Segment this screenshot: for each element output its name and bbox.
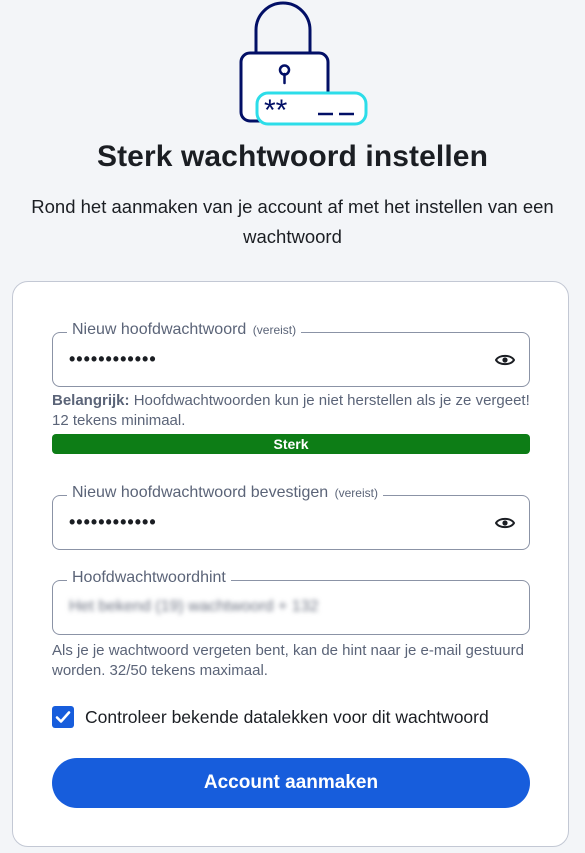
page-title: Sterk wachtwoord instellen xyxy=(96,140,489,173)
password-hint-field[interactable]: Hoofdwachtwoordhint Het bekend (19) wach… xyxy=(52,569,530,635)
confirm-password-legend: Nieuw hoofdwachtwoord bevestigen (vereis… xyxy=(67,484,383,502)
svg-text:**: ** xyxy=(264,94,288,127)
breach-check-row[interactable]: Controleer bekende datalekken voor dit w… xyxy=(52,704,489,730)
new-password-input[interactable]: •••••••••••• xyxy=(69,349,157,370)
important-note: Belangrijk: Hoofdwachtwoorden kun je nie… xyxy=(52,391,530,431)
create-account-button[interactable]: Account aanmaken xyxy=(52,758,530,808)
toggle-visibility-button[interactable] xyxy=(493,349,517,371)
page-subtitle: Rond het aanmaken van je account af met … xyxy=(31,196,554,247)
confirm-password-label: Nieuw hoofdwachtwoord bevestigen xyxy=(72,484,329,501)
form-card: Nieuw hoofdwachtwoord (vereist) ••••••••… xyxy=(12,281,569,847)
eye-icon xyxy=(495,517,515,529)
new-password-field[interactable]: Nieuw hoofdwachtwoord (vereist) ••••••••… xyxy=(52,321,530,387)
hero: ** xyxy=(0,0,585,130)
required-tag: (vereist) xyxy=(334,486,378,500)
important-note-bold: Belangrijk: xyxy=(52,392,130,409)
breach-check-checkbox[interactable] xyxy=(52,706,74,728)
confirm-password-field[interactable]: Nieuw hoofdwachtwoord bevestigen (vereis… xyxy=(52,484,530,550)
breach-check-label: Controleer bekende datalekken voor dit w… xyxy=(85,706,489,727)
check-icon xyxy=(55,711,71,723)
confirm-password-input[interactable]: •••••••••••• xyxy=(69,512,157,533)
password-hint-label: Hoofdwachtwoordhint xyxy=(72,569,226,586)
required-tag: (vereist) xyxy=(252,323,297,337)
new-password-legend: Nieuw hoofdwachtwoord (vereist) xyxy=(67,321,302,339)
lock-password-illustration: ** xyxy=(239,1,368,127)
new-password-label: Nieuw hoofdwachtwoord xyxy=(72,321,247,338)
password-hint-legend: Hoofdwachtwoordhint xyxy=(67,569,231,587)
hint-note: Als je je wachtwoord vergeten bent, kan … xyxy=(52,642,524,679)
toggle-visibility-button[interactable] xyxy=(493,512,517,534)
password-hint-input[interactable]: Het bekend (19) wachtwoord + 132 xyxy=(69,598,318,616)
password-strength-bar: Sterk xyxy=(52,434,530,454)
eye-icon xyxy=(495,354,515,366)
